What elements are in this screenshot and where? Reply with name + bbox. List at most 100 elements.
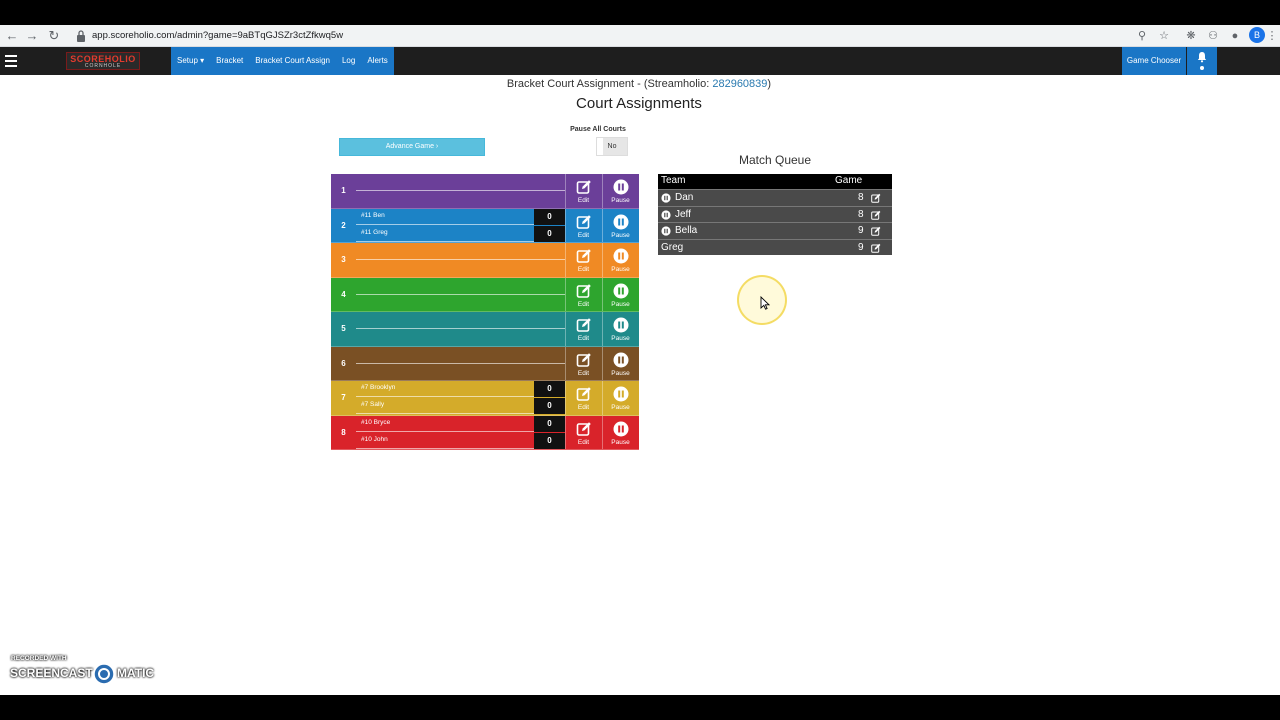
- pause-all-courts-label: Pause All Courts: [570, 126, 626, 133]
- menu-setup[interactable]: Setup ▾: [171, 47, 210, 75]
- pause-label: Pause: [611, 300, 630, 308]
- edit-icon[interactable]: [871, 243, 881, 253]
- court-pause-button[interactable]: Pause: [602, 415, 638, 449]
- court-empty-slot: [356, 293, 565, 295]
- court-pause-button[interactable]: Pause: [602, 208, 638, 242]
- menu-alerts[interactable]: Alerts: [361, 47, 393, 75]
- court-row: 3 Edit Pause: [331, 243, 639, 278]
- menu-bracket[interactable]: Bracket: [210, 47, 249, 75]
- queue-row[interactable]: Greg 9: [658, 238, 892, 255]
- bookmark-star-icon[interactable]: ☆: [1156, 28, 1172, 44]
- court-teams: [356, 312, 565, 346]
- scoreholio-logo[interactable]: SCOREHOLIO CORNHOLE: [66, 52, 140, 70]
- streamholio-id-link[interactable]: 282960839: [712, 78, 767, 90]
- paused-icon[interactable]: [661, 193, 671, 203]
- edit-icon[interactable]: [871, 226, 881, 236]
- court-pause-button[interactable]: Pause: [602, 174, 638, 208]
- reload-icon[interactable]: ↻: [45, 27, 63, 45]
- court-number: 4: [341, 289, 346, 299]
- url-field[interactable]: app.scoreholio.com/admin?game=9aBTqGJSZr…: [92, 28, 343, 44]
- court-pause-button[interactable]: Pause: [602, 346, 638, 380]
- court-edit-button[interactable]: Edit: [565, 277, 601, 311]
- court-teams: #10 Bryce 0 #10 John 0: [356, 415, 565, 450]
- match-queue-table: Team Game Dan 8 Jeff 8 Bella 9 Greg 9: [658, 174, 892, 255]
- lock-icon: [77, 30, 85, 42]
- team-score[interactable]: 0: [534, 415, 565, 432]
- court-team-row[interactable]: #10 John 0: [356, 432, 565, 449]
- page-title: Court Assignments: [576, 95, 702, 112]
- court-pause-button[interactable]: Pause: [602, 243, 638, 277]
- team-name: #7 Sally: [361, 401, 385, 408]
- edit-icon: [576, 283, 591, 298]
- court-team-row[interactable]: #7 Sally 0: [356, 398, 565, 414]
- court-teams: [356, 347, 565, 381]
- page-subtitle: Bracket Court Assignment - (Streamholio:…: [0, 78, 1278, 90]
- menu-log[interactable]: Log: [336, 47, 361, 75]
- pause-label: Pause: [611, 369, 630, 377]
- court-edit-button[interactable]: Edit: [565, 243, 601, 277]
- court-edit-button[interactable]: Edit: [565, 381, 601, 415]
- court-row: 5 Edit Pause: [331, 312, 639, 347]
- court-edit-button[interactable]: Edit: [565, 312, 601, 346]
- bell-icon: [1197, 52, 1207, 63]
- advance-game-button[interactable]: Advance Game ›: [339, 138, 485, 156]
- court-row: 1 Edit Pause: [331, 174, 639, 209]
- court-pause-button[interactable]: Pause: [602, 312, 638, 346]
- edit-icon[interactable]: [871, 210, 881, 220]
- pause-label: Pause: [611, 438, 630, 446]
- court-team-row[interactable]: #11 Greg 0: [356, 225, 565, 242]
- queue-team-name: Greg: [661, 241, 684, 253]
- subtitle-prefix: Bracket Court Assignment - (Streamholio:: [506, 78, 713, 90]
- more-menu-icon[interactable]: ⋮: [1264, 28, 1280, 44]
- profile-ext-icon[interactable]: ●: [1227, 28, 1243, 44]
- forward-icon[interactable]: →: [23, 27, 41, 45]
- court-team-row[interactable]: #7 Brooklyn 0: [356, 381, 565, 397]
- court-edit-button[interactable]: Edit: [565, 346, 601, 380]
- queue-row[interactable]: Bella 9: [658, 222, 892, 239]
- team-score[interactable]: 0: [534, 225, 565, 242]
- court-edit-button[interactable]: Edit: [565, 415, 601, 449]
- pause-icon: [613, 179, 629, 195]
- edit-icon: [576, 318, 591, 332]
- pause-icon: [613, 421, 629, 436]
- team-score[interactable]: 0: [534, 381, 565, 397]
- pause-all-courts-toggle[interactable]: No: [596, 137, 628, 156]
- pause-icon: [613, 352, 629, 367]
- team-score[interactable]: 0: [534, 432, 565, 449]
- notifications-button[interactable]: [1187, 47, 1217, 75]
- court-pause-button[interactable]: Pause: [602, 381, 638, 415]
- court-edit-button[interactable]: Edit: [565, 208, 601, 242]
- edit-icon[interactable]: [871, 193, 881, 203]
- queue-row[interactable]: Jeff 8: [658, 205, 892, 222]
- game-chooser-button[interactable]: Game Chooser: [1122, 47, 1186, 75]
- court-pause-button[interactable]: Pause: [602, 277, 638, 311]
- court-team-row[interactable]: #11 Ben 0: [356, 208, 565, 225]
- pause-label: Pause: [611, 197, 630, 204]
- puzzle-icon[interactable]: ⚇: [1205, 28, 1221, 44]
- queue-game-number: 8: [858, 192, 864, 203]
- browser-window: ← → ↻ app.scoreholio.com/admin?game=9aBT…: [0, 25, 1280, 695]
- profile-avatar[interactable]: B: [1249, 27, 1265, 43]
- zoom-search-icon[interactable]: ⚲: [1134, 28, 1150, 44]
- team-name: #10 Bryce: [361, 418, 391, 426]
- court-teams: #11 Ben 0 #11 Greg 0: [356, 208, 565, 243]
- pause-icon: [613, 386, 629, 402]
- court-edit-button[interactable]: Edit: [565, 174, 601, 208]
- team-score[interactable]: 0: [534, 208, 565, 225]
- edit-label: Edit: [577, 266, 590, 273]
- court-row: 4 Edit Pause: [331, 277, 639, 312]
- screencast-watermark: RECORDED WITH SCREENCAST MATIC: [10, 655, 170, 687]
- queue-row[interactable]: Dan 8: [658, 189, 892, 206]
- court-teams: #7 Brooklyn 0 #7 Sally 0: [356, 381, 565, 415]
- court-team-row[interactable]: #10 Bryce 0: [356, 415, 565, 432]
- hamburger-menu-icon[interactable]: [5, 55, 17, 67]
- court-number: 6: [341, 358, 346, 368]
- back-icon[interactable]: ←: [3, 27, 21, 45]
- edit-icon: [576, 180, 591, 194]
- menu-bracket-court-assign[interactable]: Bracket Court Assign: [249, 47, 336, 75]
- paused-icon[interactable]: [661, 226, 671, 236]
- team-score[interactable]: 0: [534, 398, 565, 414]
- pause-icon: [613, 248, 629, 264]
- paused-icon[interactable]: [661, 209, 671, 220]
- extension-icon[interactable]: ❋: [1183, 28, 1199, 44]
